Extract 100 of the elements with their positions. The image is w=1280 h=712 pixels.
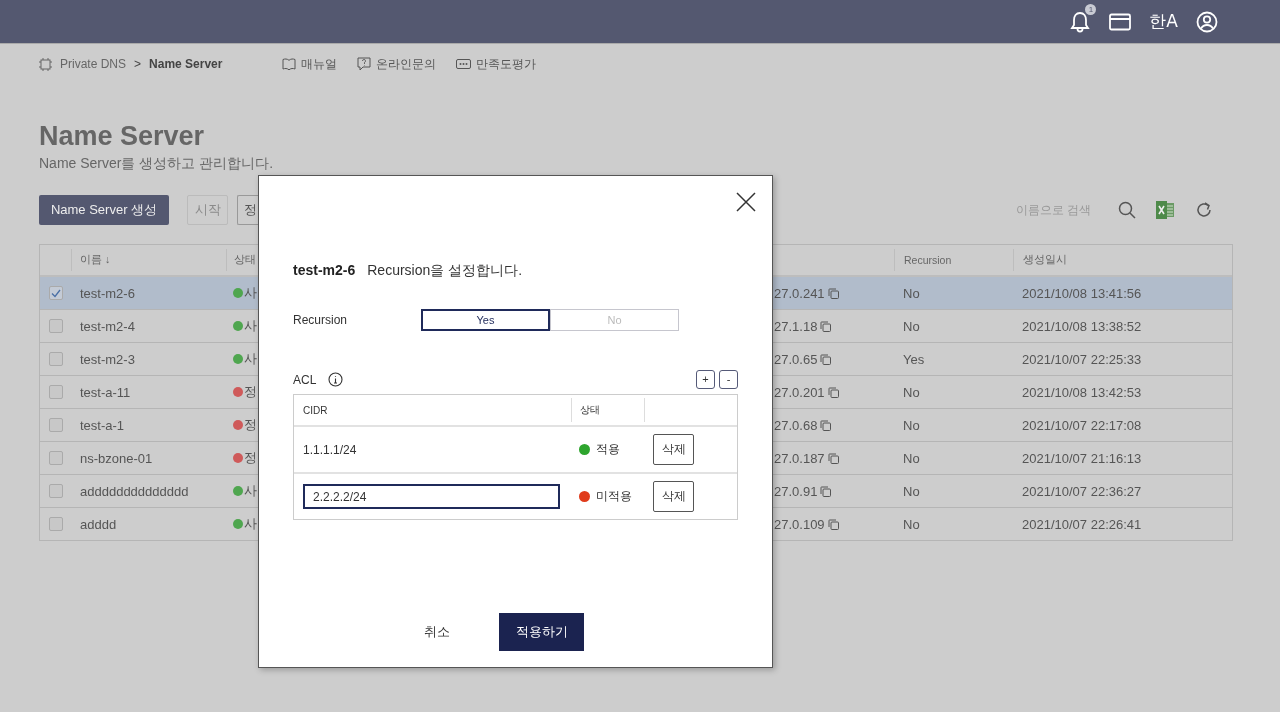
status-text: 정 — [244, 416, 257, 434]
breadcrumb-separator: > — [134, 57, 142, 71]
chip-icon — [39, 57, 52, 71]
server-name: test-m2-3 — [80, 351, 135, 367]
created-date: 2021/10/08 13:41:56 — [1022, 285, 1142, 301]
column-header: Recursion — [904, 254, 952, 266]
refresh-icon[interactable] — [1195, 201, 1213, 219]
column-header: CIDR — [303, 404, 328, 416]
server-name: test-m2-4 — [80, 318, 135, 334]
status-text: 사 — [244, 317, 257, 335]
action-button[interactable]: 정 — [237, 195, 258, 225]
cidr-field[interactable]: 2.2.2.2/24 — [303, 484, 560, 509]
created-date: 2021/10/07 22:25:33 — [1022, 351, 1142, 367]
help-link[interactable]: 만족도평가 — [476, 55, 537, 73]
status-text: 적용 — [595, 441, 620, 458]
notification-badge: 1 — [1085, 3, 1097, 15]
copy-icon[interactable] — [820, 485, 832, 497]
question-bubble-icon — [357, 57, 372, 71]
recursion-value: No — [903, 384, 920, 400]
column-header: 상태 — [234, 253, 256, 267]
status-text: 미적용 — [595, 488, 632, 505]
server-name: test-m2-6 — [80, 285, 135, 301]
add-button[interactable]: + — [696, 370, 715, 389]
delete-button[interactable]: 삭제 — [653, 434, 695, 465]
row-checkbox[interactable] — [49, 385, 63, 399]
server-name: adddddddddddddd — [80, 483, 189, 499]
created-date: 2021/10/08 13:38:52 — [1022, 318, 1142, 334]
row-checkbox[interactable] — [49, 451, 63, 465]
page-subtitle: Name Server를 생성하고 관리합니다. — [39, 155, 275, 173]
copy-icon[interactable] — [827, 287, 839, 299]
created-date: 2021/10/08 13:42:53 — [1022, 384, 1142, 400]
copy-icon[interactable] — [820, 419, 832, 431]
card-icon[interactable] — [1109, 12, 1132, 31]
recursion-value: No — [903, 318, 920, 334]
ip-address: 27.0.241 — [774, 285, 825, 301]
status-text: 정 — [244, 449, 257, 467]
row-checkbox[interactable] — [49, 484, 63, 498]
status-text: 사 — [244, 284, 257, 302]
cancel-button[interactable]: 취소 — [413, 613, 461, 651]
page-title: Name Server — [39, 121, 206, 151]
recursion-option[interactable]: Yes — [421, 309, 550, 331]
row-checkbox[interactable] — [49, 286, 63, 300]
created-date: 2021/10/07 22:17:08 — [1022, 417, 1142, 433]
create-button[interactable]: Name Server 생성 — [39, 195, 169, 225]
info-icon[interactable] — [328, 372, 344, 387]
recursion-value: No — [903, 450, 920, 466]
recursion-value: Yes — [903, 351, 925, 367]
language-button[interactable]: 한A — [1149, 10, 1178, 33]
recursion-value: No — [903, 285, 920, 301]
apply-button[interactable]: 적용하기 — [499, 613, 584, 651]
column-header: 상태 — [579, 403, 600, 417]
ip-address: 27.1.18 — [774, 318, 818, 334]
ip-address: 27.0.91 — [774, 483, 818, 499]
dialog-title: Recursion을 설정합니다. — [367, 262, 523, 280]
status-text: 사 — [244, 515, 257, 533]
server-name: ns-bzone-01 — [80, 450, 153, 466]
spreadsheet-icon[interactable] — [1156, 201, 1175, 219]
server-name: test-a-11 — [80, 384, 131, 400]
row-checkbox[interactable] — [49, 319, 63, 333]
breadcrumb-link[interactable]: Private DNS — [60, 57, 127, 71]
copy-icon[interactable] — [827, 386, 839, 398]
row-checkbox[interactable] — [49, 517, 63, 531]
server-name: test-a-1 — [80, 417, 125, 433]
copy-icon[interactable] — [820, 320, 832, 332]
dots-icon — [456, 59, 472, 69]
server-name: test-m2-6 — [293, 262, 356, 278]
status-text: 사 — [244, 482, 257, 500]
column-header[interactable]: 이름 ↓ — [80, 253, 111, 267]
server-name: adddd — [80, 516, 117, 532]
close-icon[interactable] — [736, 192, 756, 212]
bell-icon[interactable] — [1069, 9, 1092, 34]
delete-button[interactable]: 삭제 — [653, 481, 695, 512]
cidr-value: 1.1.1.1/24 — [303, 442, 357, 457]
breadcrumb-current: Name Server — [149, 57, 223, 71]
status-text: 사 — [244, 350, 257, 368]
created-date: 2021/10/07 22:36:27 — [1022, 483, 1142, 499]
recursion-label: Recursion — [293, 313, 349, 327]
column-header: 생성일시 — [1023, 253, 1067, 267]
recursion-value: No — [903, 516, 920, 532]
status-text: 정 — [244, 383, 257, 401]
acl-label: ACL — [293, 372, 317, 387]
book-icon — [282, 58, 297, 70]
help-link[interactable]: 온라인문의 — [376, 55, 437, 73]
ip-address: 27.0.109 — [774, 516, 825, 532]
copy-icon[interactable] — [827, 452, 839, 464]
created-date: 2021/10/07 22:26:41 — [1022, 516, 1142, 532]
ip-address: 27.0.65 — [774, 351, 818, 367]
search-icon[interactable] — [1118, 201, 1136, 219]
copy-icon[interactable] — [820, 353, 832, 365]
user-icon[interactable] — [1196, 10, 1218, 33]
help-link[interactable]: 매뉴얼 — [301, 55, 338, 73]
remove-button[interactable]: - — [719, 370, 738, 389]
recursion-value: No — [903, 417, 920, 433]
recursion-value: No — [903, 483, 920, 499]
row-checkbox[interactable] — [49, 352, 63, 366]
ip-address: 27.0.187 — [774, 450, 825, 466]
row-checkbox[interactable] — [49, 418, 63, 432]
copy-icon[interactable] — [827, 518, 839, 530]
created-date: 2021/10/07 21:16:13 — [1022, 450, 1142, 466]
ip-address: 27.0.68 — [774, 417, 818, 433]
